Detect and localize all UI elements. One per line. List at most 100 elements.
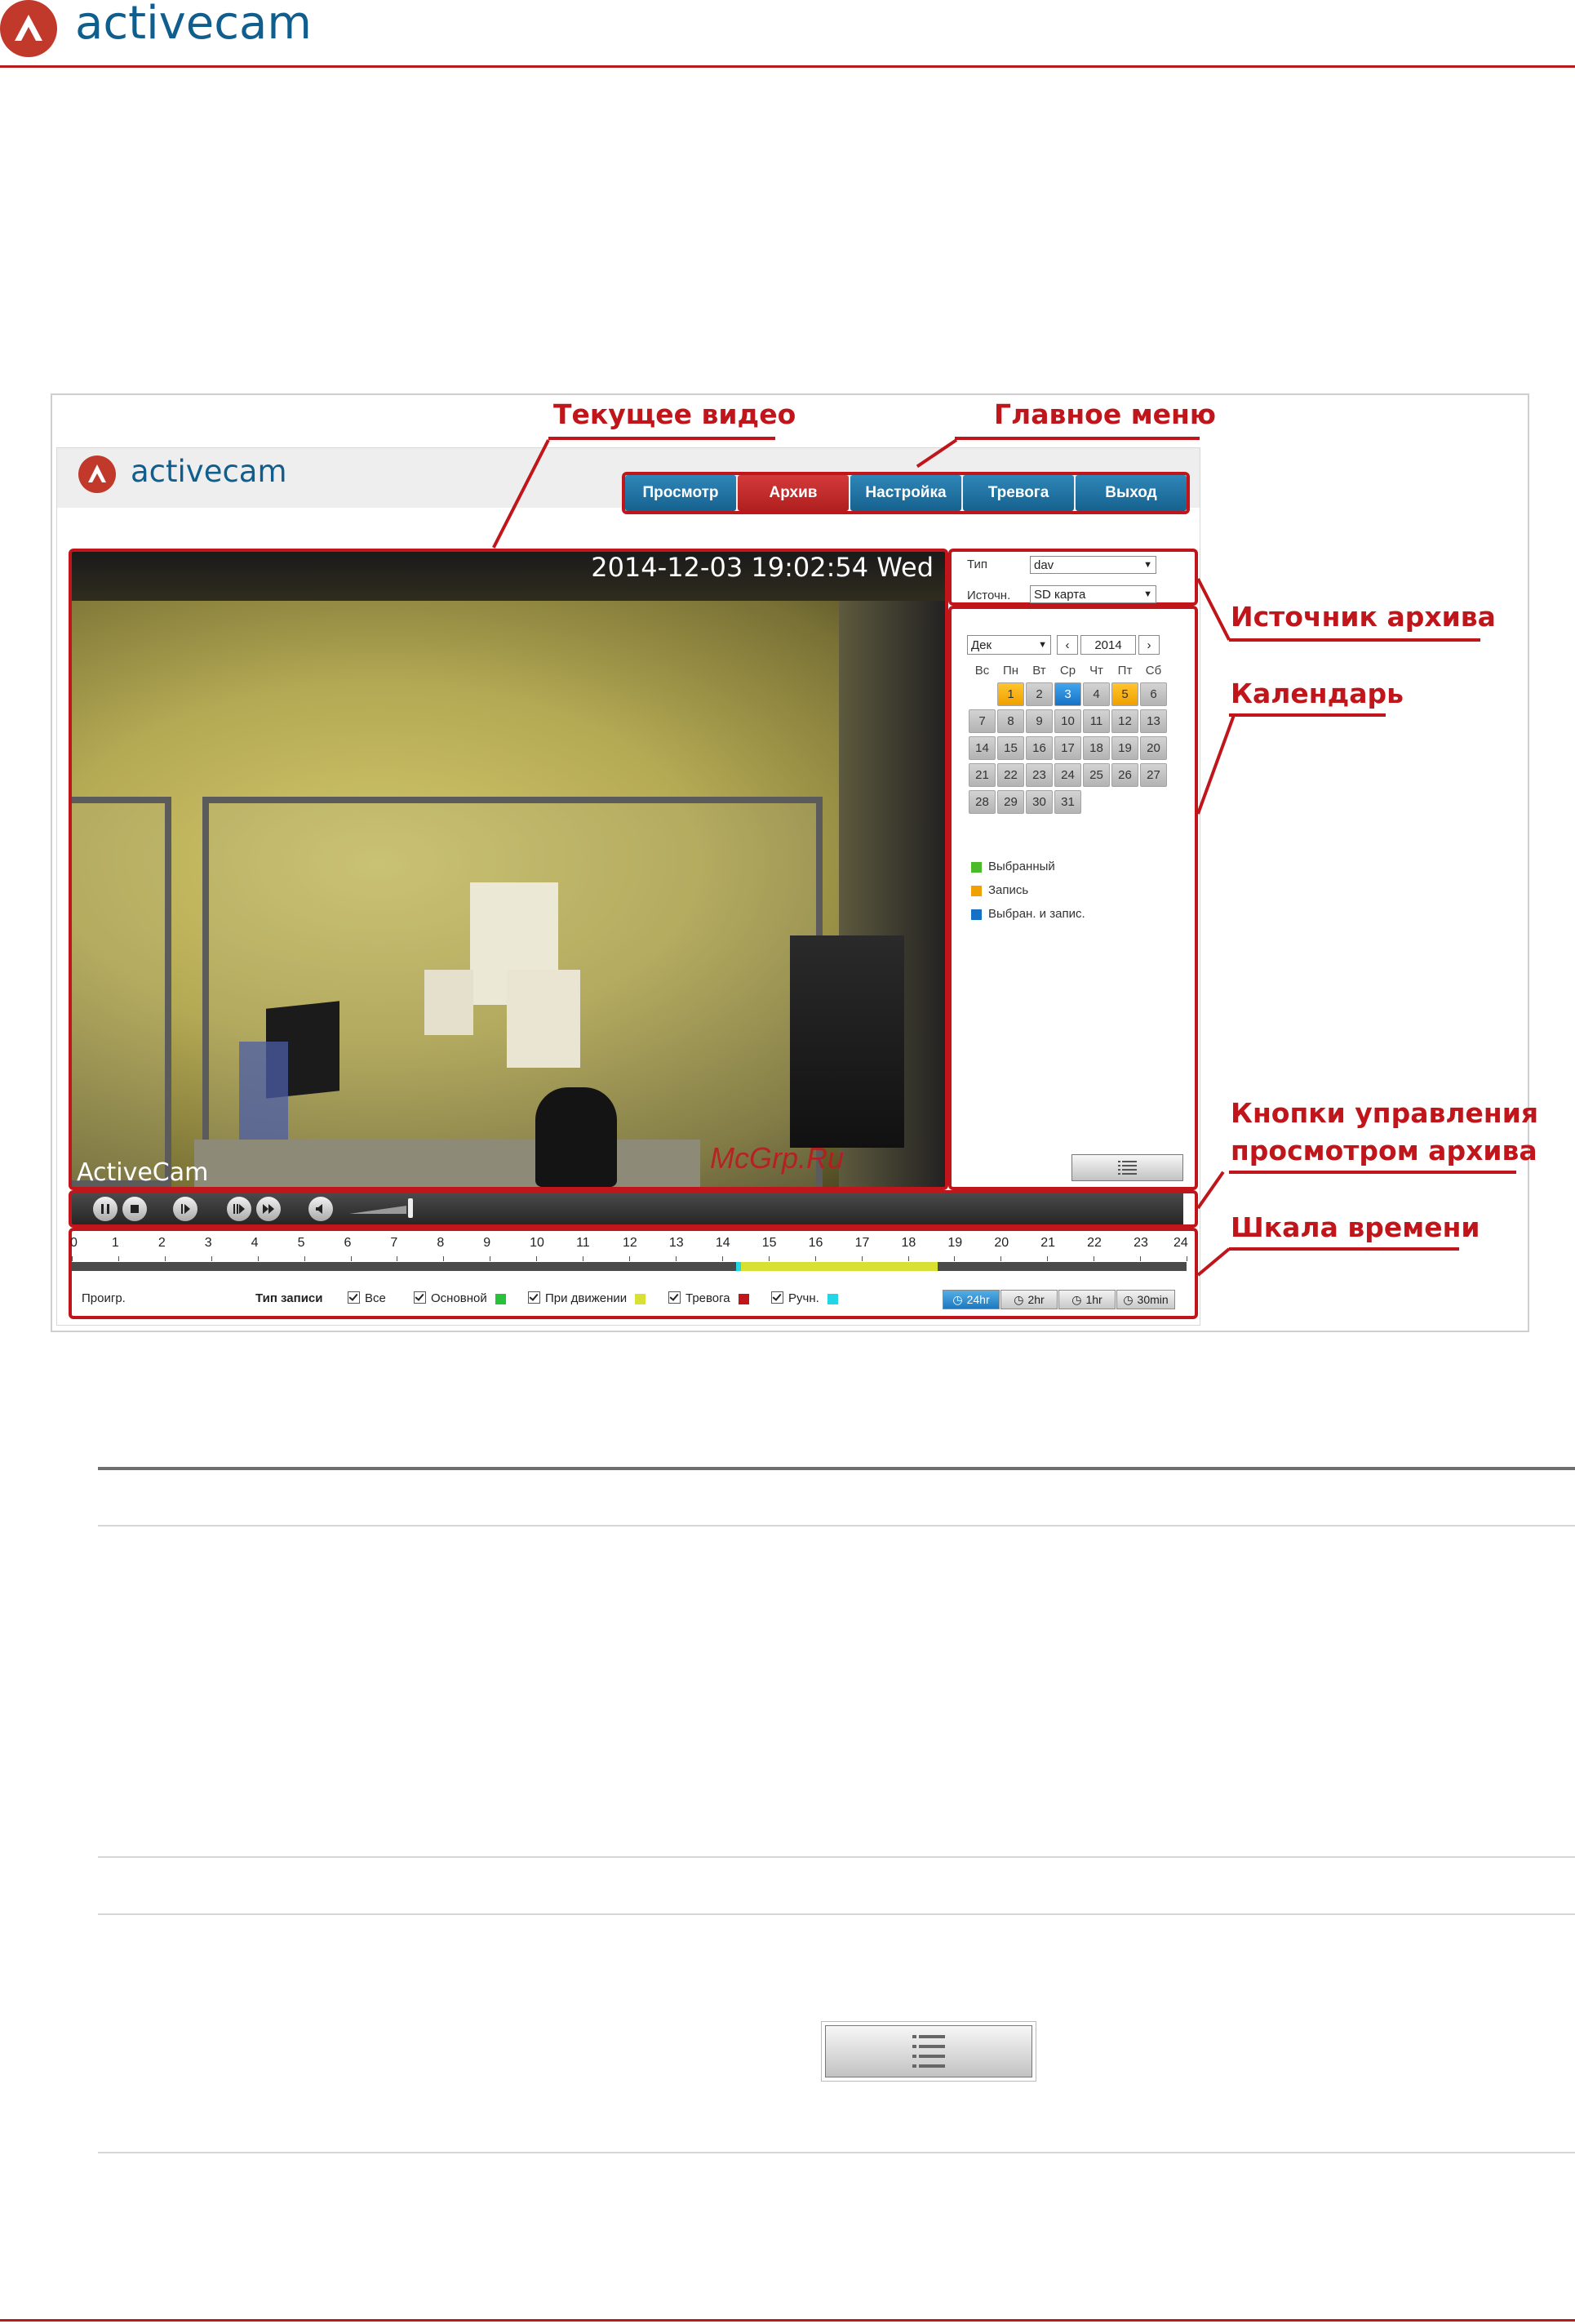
calendar-day[interactable]: 7 <box>969 709 996 733</box>
next-year-button[interactable]: › <box>1138 635 1160 655</box>
record-type-label: Тип записи <box>255 1291 323 1305</box>
callout-main-menu-underline <box>955 437 1200 440</box>
calendar-day[interactable]: 19 <box>1111 736 1138 760</box>
timeline-tick-label: 19 <box>947 1236 963 1250</box>
timeline-tick-mark <box>954 1256 956 1261</box>
timeline-tick-mark <box>350 1256 352 1261</box>
callout-main-menu: Главное меню <box>994 398 1216 430</box>
calendar-day[interactable]: 31 <box>1054 790 1081 814</box>
clock-icon: ◷ <box>1014 1292 1024 1306</box>
timeline-tick-mark <box>257 1256 259 1261</box>
calendar-day[interactable]: 5 <box>1111 682 1138 706</box>
filter-motion-checkbox[interactable]: При движении <box>528 1291 652 1305</box>
timeline-tick-marks <box>72 1255 1187 1261</box>
calendar-legend: Выбранный Запись Выбран. и запис. <box>971 860 1085 931</box>
timeline-tick-mark <box>536 1256 538 1261</box>
legend-selected-recorded-swatch <box>971 909 982 920</box>
legend-selected-swatch <box>971 861 982 873</box>
playback-controls-highlight <box>69 1190 1198 1228</box>
zoom-30min-button[interactable]: ◷ 30min <box>1116 1290 1175 1309</box>
month-select-value: Дек <box>971 638 992 652</box>
month-select[interactable]: Дек ▼ <box>967 635 1051 655</box>
calendar-day[interactable]: 25 <box>1083 763 1110 787</box>
timeline-tick-mark <box>1047 1256 1049 1261</box>
timeline-tick-mark <box>72 1256 73 1261</box>
filter-alarm-label: Тревога <box>685 1291 730 1305</box>
calendar-day[interactable]: 6 <box>1140 682 1167 706</box>
legend-recorded: Запись <box>971 883 1085 907</box>
calendar-day[interactable]: 16 <box>1026 736 1053 760</box>
calendar-day[interactable]: 23 <box>1026 763 1053 787</box>
calendar-day[interactable]: 8 <box>997 709 1024 733</box>
record-list-button-enlarged-face <box>825 2025 1032 2077</box>
filter-manual-swatch <box>827 1293 838 1304</box>
calendar-day[interactable]: 21 <box>969 763 996 787</box>
table-rule-3 <box>98 1913 1575 1915</box>
timeline-tick-mark <box>211 1256 212 1261</box>
callout-playback-controls-line2: просмотром архива <box>1231 1135 1537 1166</box>
calendar-day[interactable]: 28 <box>969 790 996 814</box>
record-list-button-enlarged[interactable] <box>821 2021 1036 2082</box>
calendar-day[interactable]: 3 <box>1054 682 1081 706</box>
calendar-day[interactable]: 4 <box>1083 682 1110 706</box>
calendar-day[interactable]: 2 <box>1026 682 1053 706</box>
calendar-day[interactable]: 30 <box>1026 790 1053 814</box>
callout-calendar: Календарь <box>1231 678 1404 709</box>
zoom-1hr-button[interactable]: ◷ 1hr <box>1058 1290 1116 1309</box>
timeline-tick-label: 22 <box>1087 1236 1102 1250</box>
legend-selected-recorded-label: Выбран. и запис. <box>988 907 1085 921</box>
timeline-tick-label: 21 <box>1040 1236 1056 1250</box>
zoom-24hr-label: 24hr <box>966 1293 990 1306</box>
zoom-2hr-button[interactable]: ◷ 2hr <box>1000 1290 1058 1309</box>
zoom-1hr-label: 1hr <box>1085 1293 1102 1306</box>
nav-archive-button[interactable]: Архив <box>738 475 849 511</box>
type-select-value: dav <box>1034 558 1054 572</box>
timeline-tick-mark <box>118 1256 119 1261</box>
calendar-day[interactable]: 22 <box>997 763 1024 787</box>
calendar-day[interactable]: 29 <box>997 790 1024 814</box>
calendar-day[interactable]: 20 <box>1140 736 1167 760</box>
calendar-day[interactable]: 12 <box>1111 709 1138 733</box>
calendar-day[interactable]: 13 <box>1140 709 1167 733</box>
timeline-tick-mark <box>1000 1256 1002 1261</box>
calendar-weekday: Пт <box>1117 664 1133 678</box>
zoom-24hr-button[interactable]: ◷ 24hr <box>943 1290 1000 1309</box>
nav-settings-button[interactable]: Настройка <box>850 475 961 511</box>
calendar-day[interactable]: 14 <box>969 736 996 760</box>
ui-activecam-logo-icon <box>78 455 116 493</box>
filter-alarm-checkbox[interactable]: Тревога <box>668 1291 756 1305</box>
timeline-tick-label: 9 <box>483 1236 491 1250</box>
calendar-day[interactable]: 9 <box>1026 709 1053 733</box>
callout-current-video-underline <box>548 437 775 440</box>
table-top-rule <box>98 1467 1575 1470</box>
callout-timeline-underline <box>1229 1247 1459 1251</box>
legend-recorded-label: Запись <box>988 883 1029 897</box>
filter-main-checkbox[interactable]: Основной <box>414 1291 512 1305</box>
calendar-weekday: Пн <box>1002 664 1019 678</box>
nav-exit-button[interactable]: Выход <box>1076 475 1187 511</box>
calendar-day[interactable]: 26 <box>1111 763 1138 787</box>
nav-alarm-button[interactable]: Тревога <box>963 475 1074 511</box>
timeline-tick-label: 24 <box>1173 1236 1188 1250</box>
calendar-day[interactable]: 15 <box>997 736 1024 760</box>
calendar-day[interactable]: 27 <box>1140 763 1167 787</box>
record-list-button[interactable] <box>1071 1154 1183 1181</box>
calendar-day[interactable]: 17 <box>1054 736 1081 760</box>
calendar-day[interactable]: 18 <box>1083 736 1110 760</box>
timeline-tick-label: 11 <box>576 1236 590 1250</box>
calendar-day[interactable]: 11 <box>1083 709 1110 733</box>
timeline-tick-mark <box>721 1256 723 1261</box>
filter-all-checkbox[interactable]: Все <box>348 1291 386 1305</box>
calendar-day[interactable]: 10 <box>1054 709 1081 733</box>
calendar-day[interactable]: 1 <box>997 682 1024 706</box>
nav-view-button[interactable]: Просмотр <box>625 475 736 511</box>
prev-year-button[interactable]: ‹ <box>1057 635 1078 655</box>
type-label: Тип <box>967 558 988 571</box>
clock-icon: ◷ <box>1071 1292 1082 1306</box>
timeline-bar[interactable] <box>72 1262 1187 1271</box>
type-select[interactable]: dav ▼ <box>1030 556 1156 574</box>
filter-manual-checkbox[interactable]: Ручн. <box>771 1291 845 1305</box>
timeline-tick-mark <box>629 1256 630 1261</box>
calendar-day[interactable]: 24 <box>1054 763 1081 787</box>
source-select[interactable]: SD карта ▼ <box>1030 585 1156 603</box>
